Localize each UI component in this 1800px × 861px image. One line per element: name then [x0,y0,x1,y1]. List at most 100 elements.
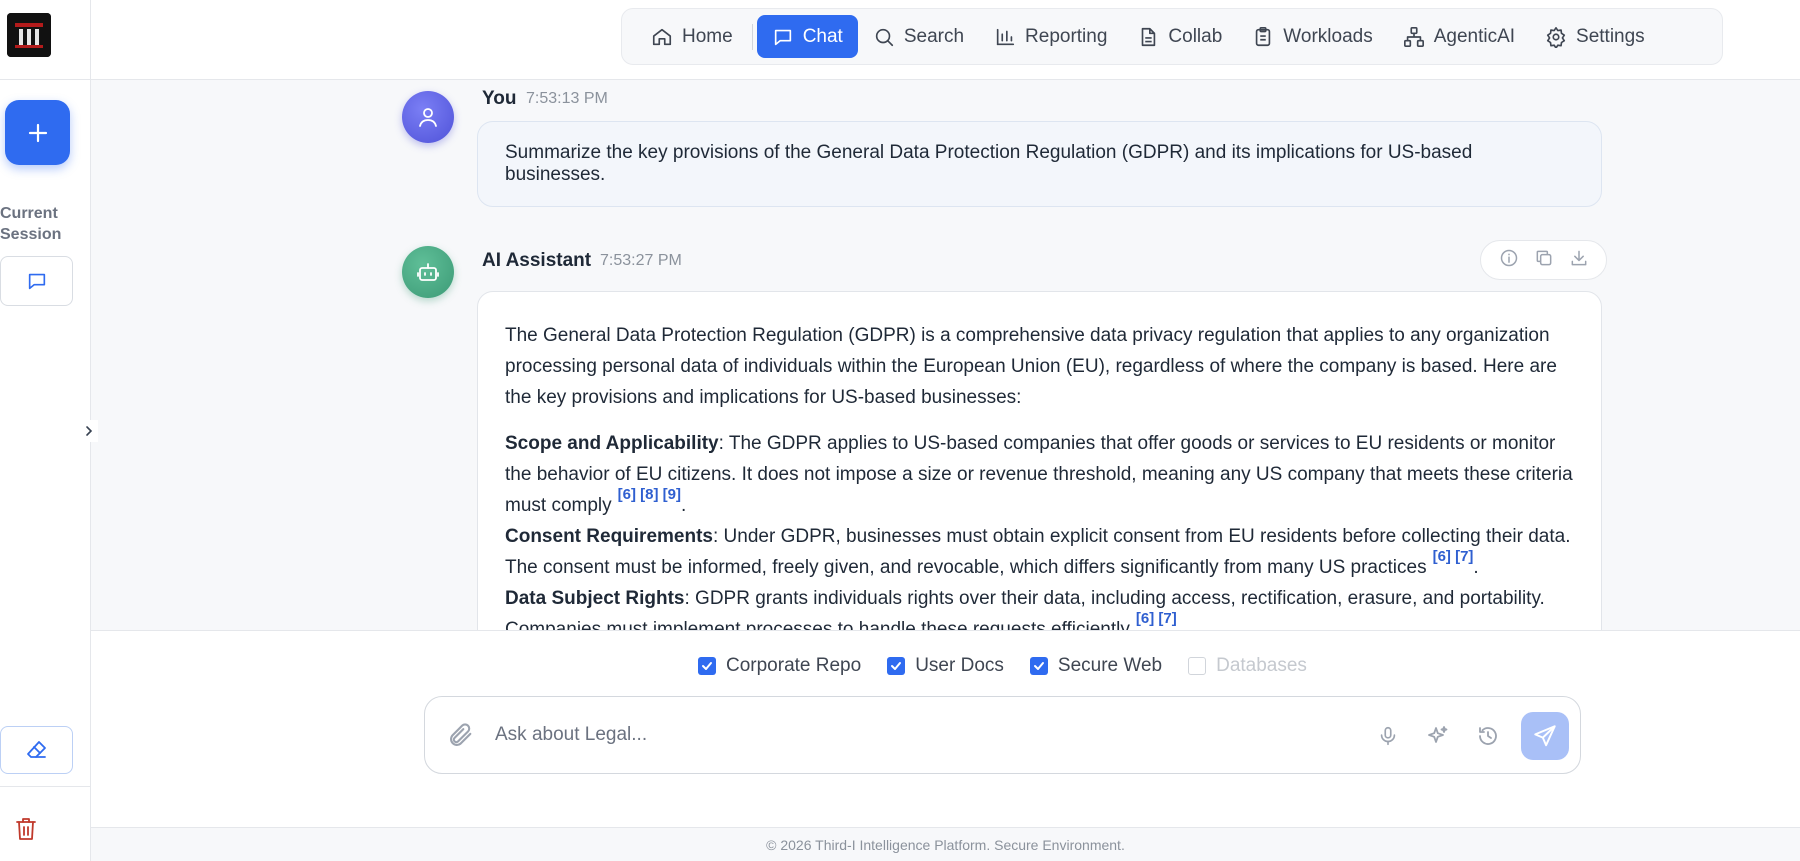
nav-agenticai[interactable]: AgenticAI [1388,15,1530,58]
provision-item: Data Subject Rights: GDPR grants individ… [505,583,1574,630]
source-label: Corporate Repo [726,655,862,676]
provision-title: Scope and Applicability [505,433,719,454]
user-avatar [402,91,454,143]
citation-links[interactable]: [6] [7] [1433,548,1474,565]
nav-collab-label: Collab [1168,25,1223,47]
plus-icon [28,123,47,142]
source-filters: Corporate Repo User Docs Secure Web Data… [698,655,1307,677]
history-button[interactable] [1473,721,1503,751]
footer: © 2026 Third-I Intelligence Platform. Se… [91,827,1800,861]
checkbox-unchecked-disabled [1188,657,1207,675]
download-icon [1571,250,1586,265]
citation-links[interactable]: [6] [8] [9] [618,486,681,503]
provision-end: . [1473,557,1479,578]
assistant-sender-name: AI Assistant [482,250,592,271]
nav-chat[interactable]: Chat [756,15,858,58]
nav-search[interactable]: Search [858,15,979,58]
source-user-docs[interactable]: User Docs [887,655,1004,677]
chat-bubble-icon [28,273,45,290]
info-icon [1500,249,1517,266]
nav-workloads-label: Workloads [1283,25,1373,47]
search-icon [875,28,893,46]
check-icon [1033,662,1044,670]
sidebar-divider [0,786,90,787]
copy-button[interactable] [1534,248,1554,273]
history-icon [1479,727,1497,745]
message-actions [1480,240,1607,280]
nav-settings-label: Settings [1576,25,1645,47]
provision-title: Data Subject Rights [505,588,685,609]
eraser-icon [26,741,46,758]
check-icon [891,662,902,670]
nav-reporting[interactable]: Reporting [979,15,1122,58]
nav-reporting-label: Reporting [1025,25,1108,47]
source-label: Databases [1216,655,1307,676]
chat-input[interactable] [495,717,1355,753]
citation-links[interactable]: [6] [7] [1136,610,1177,627]
assistant-message-bubble: The General Data Protection Regulation (… [477,291,1602,631]
top-bar: Home Chat Search Reporting Collab Worklo… [91,0,1800,80]
source-corporate-repo[interactable]: Corporate Repo [698,655,861,677]
microphone-icon [1380,726,1396,746]
new-chat-button[interactable] [5,100,70,165]
clipboard-icon [1256,26,1271,46]
robot-icon [417,263,439,281]
clear-chat-button[interactable] [0,726,73,774]
nav-collab[interactable]: Collab [1122,15,1237,58]
provision-title: Consent Requirements [505,526,713,547]
source-databases: Databases [1188,655,1307,677]
enhance-prompt-button[interactable] [1423,721,1453,751]
bar-chart-icon [996,28,1015,45]
gear-icon [1546,26,1566,48]
trash-icon [16,818,36,840]
nav-separator [751,23,753,50]
source-label: Secure Web [1057,655,1163,676]
checkbox-checked[interactable] [698,657,716,675]
voice-input-button[interactable] [1373,721,1403,751]
nav-home[interactable]: Home [636,15,748,58]
user-message-text: Summarize the key provisions of the Gene… [505,142,1473,185]
check-icon [702,662,712,670]
sidebar: Current Session [0,0,98,861]
composer-area: Corporate Repo User Docs Secure Web Data… [91,630,1800,827]
provision-end: . [680,495,687,516]
paperclip-icon [450,723,472,746]
source-secure-web[interactable]: Secure Web [1029,655,1163,677]
footer-text: © 2026 Third-I Intelligence Platform. Se… [766,836,1125,853]
copy-icon [1536,250,1551,265]
sparkles-icon [1428,726,1448,743]
user-icon [419,108,437,127]
download-button[interactable] [1569,248,1589,273]
session-chat-item[interactable] [0,256,73,306]
sidebar-divider [0,79,90,80]
nav-workloads[interactable]: Workloads [1237,15,1387,58]
send-icon [1534,725,1556,747]
chat-icon [774,29,791,45]
sidebar-collapse-toggle[interactable] [80,420,98,442]
user-message-bubble: Summarize the key provisions of the Gene… [477,121,1602,207]
nav-search-label: Search [903,25,965,47]
nav-settings[interactable]: Settings [1530,15,1660,58]
chevron-right-icon [86,426,93,436]
main-nav: Home Chat Search Reporting Collab Worklo… [621,8,1723,65]
checkbox-checked[interactable] [887,657,906,675]
send-button[interactable] [1521,712,1569,760]
assistant-avatar [402,246,454,298]
user-message-time: 7:53:13 PM [526,90,608,107]
home-icon [652,28,672,45]
chat-input-box [424,696,1581,774]
nav-agenticai-label: AgenticAI [1433,25,1516,47]
assistant-intro: The General Data Protection Regulation (… [505,325,1557,408]
info-button[interactable] [1499,248,1519,273]
assistant-message-time: 7:53:27 PM [600,252,682,269]
nav-home-label: Home [682,25,733,47]
attach-button[interactable] [447,721,475,754]
checkbox-checked[interactable] [1029,657,1048,675]
app-logo[interactable] [7,13,51,57]
delete-session-button[interactable] [12,815,40,843]
source-label: User Docs [915,655,1004,676]
user-sender-name: You [482,88,517,109]
network-icon [1403,26,1424,47]
current-session-label: Current Session [0,205,62,243]
nav-chat-label: Chat [802,25,843,47]
